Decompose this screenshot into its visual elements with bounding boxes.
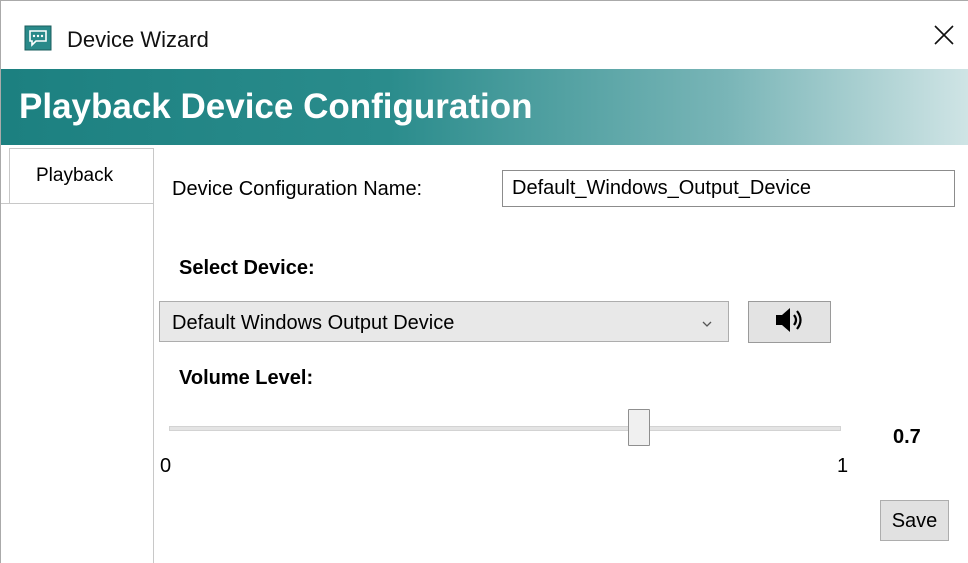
speech-bubble-icon [24,25,52,51]
slider-max-label: 1 [837,455,849,477]
tab-playback-label: Playback [36,165,114,186]
config-name-input[interactable] [502,170,955,207]
speaker-icon [773,306,807,339]
chevron-down-icon [701,316,713,327]
close-button[interactable] [920,13,968,61]
tab-panel-divider [153,203,154,563]
tab-playback[interactable]: Playback [9,148,154,204]
header-banner: Playback Device Configuration [1,69,968,145]
device-wizard-window: Device Wizard Playback Device Configurat… [0,0,968,563]
volume-label: Volume Level: [179,367,314,389]
volume-value: 0.7 [893,426,921,448]
window-title: Device Wizard [67,27,209,52]
test-sound-button[interactable] [748,301,831,343]
close-icon [934,24,954,50]
select-device-label: Select Device: [179,257,315,279]
title-bar[interactable]: Device Wizard [1,1,968,69]
volume-slider[interactable] [169,409,841,449]
slider-thumb[interactable] [628,409,651,446]
device-select-value: Default Windows Output Device [172,312,455,334]
slider-min-label: 0 [160,455,172,477]
device-select[interactable]: Default Windows Output Device [159,301,729,342]
page-title: Playback Device Configuration [19,87,533,126]
tab-strip-divider [1,203,154,204]
config-name-label: Device Configuration Name: [172,178,423,200]
save-button[interactable]: Save [880,500,949,541]
slider-track[interactable] [169,426,841,431]
